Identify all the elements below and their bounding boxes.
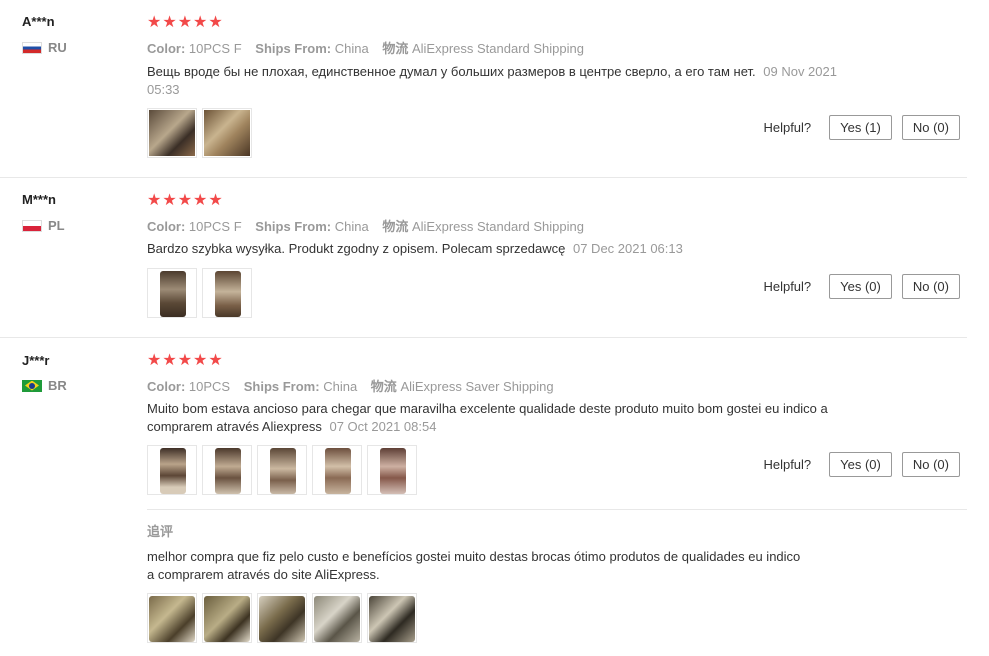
country-code: PL xyxy=(48,218,65,233)
reviewer-country: PL xyxy=(22,218,65,233)
reviewer-country: BR xyxy=(22,378,67,393)
logistics-key: 物流 xyxy=(382,219,409,234)
review-photo[interactable] xyxy=(202,268,252,318)
helpful-vote: Helpful? Yes (0) No (0) xyxy=(763,274,960,299)
ships-from-value: China xyxy=(334,219,369,234)
helpful-no-button[interactable]: No (0) xyxy=(901,452,960,477)
review-text: Bardzo szybka wysyłka. Produkt zgodny z … xyxy=(147,240,927,258)
reviewer-country: RU xyxy=(22,40,67,55)
reviewer-name: M***n xyxy=(22,192,56,207)
helpful-yes-button[interactable]: Yes (0) xyxy=(829,274,892,299)
color-value: 10PCS xyxy=(188,379,231,394)
review-item: A***n RU ★★★★★ Color: 10PCS F Ships From… xyxy=(0,0,967,178)
brazil-flag-icon xyxy=(22,379,42,392)
color-value: 10PCS F xyxy=(188,41,242,56)
ships-from-key: Ships From: xyxy=(243,379,320,394)
helpful-yes-button[interactable]: Yes (1) xyxy=(829,115,892,140)
review-item: M***n PL ★★★★★ Color: 10PCS F Ships From… xyxy=(0,177,967,338)
helpful-no-button[interactable]: No (0) xyxy=(901,115,960,140)
review-photos xyxy=(147,268,252,318)
review-attributes: Color: 10PCS F Ships From: China 物流 AliE… xyxy=(147,216,594,235)
helpful-yes-button[interactable]: Yes (0) xyxy=(829,452,892,477)
color-value: 10PCS F xyxy=(188,219,242,234)
review-photo[interactable] xyxy=(147,108,197,158)
star-rating: ★★★★★ xyxy=(147,192,224,209)
review-photo[interactable] xyxy=(367,593,417,643)
ships-from-key: Ships From: xyxy=(255,41,332,56)
review-photo[interactable] xyxy=(312,445,362,495)
review-text: Muito bom estava ancioso para chegar que… xyxy=(147,400,877,436)
logistics-key: 物流 xyxy=(370,379,397,394)
color-key: Color: xyxy=(147,219,186,234)
followup-photos xyxy=(147,593,417,643)
helpful-vote: Helpful? Yes (0) No (0) xyxy=(763,452,960,477)
review-photo[interactable] xyxy=(202,445,252,495)
review-body: Bardzo szybka wysyłka. Produkt zgodny z … xyxy=(147,241,566,256)
ships-from-value: China xyxy=(323,379,358,394)
logistics-value: AliExpress Standard Shipping xyxy=(411,219,584,234)
review-photo[interactable] xyxy=(312,593,362,643)
review-photos xyxy=(147,108,252,158)
logistics-key: 物流 xyxy=(382,41,409,56)
logistics-value: AliExpress Saver Shipping xyxy=(400,379,554,394)
review-photo[interactable] xyxy=(257,593,307,643)
country-code: BR xyxy=(48,378,67,393)
review-attributes: Color: 10PCS Ships From: China 物流 AliExp… xyxy=(147,376,564,395)
followup-divider xyxy=(147,509,967,510)
review-photo[interactable] xyxy=(147,268,197,318)
review-photo[interactable] xyxy=(147,593,197,643)
helpful-label: Helpful? xyxy=(763,120,812,135)
review-photo[interactable] xyxy=(202,593,252,643)
star-rating: ★★★★★ xyxy=(147,352,224,369)
reviewer-name: J***r xyxy=(22,353,50,368)
review-photo[interactable] xyxy=(257,445,307,495)
review-photos xyxy=(147,445,417,495)
russia-flag-icon xyxy=(22,41,42,54)
followup-title: 追评 xyxy=(147,524,174,539)
review-photo[interactable] xyxy=(147,445,197,495)
logistics-value: AliExpress Standard Shipping xyxy=(411,41,584,56)
helpful-vote: Helpful? Yes (1) No (0) xyxy=(763,115,960,140)
followup-text: melhor compra que fiz pelo custo e benef… xyxy=(147,549,801,582)
review-body: Вещь вроде бы не плохая, единственное ду… xyxy=(147,64,756,79)
reviewer-name: A***n xyxy=(22,14,55,29)
review-date: 07 Dec 2021 06:13 xyxy=(572,241,683,256)
color-key: Color: xyxy=(147,41,186,56)
review-photo[interactable] xyxy=(367,445,417,495)
review-attributes: Color: 10PCS F Ships From: China 物流 AliE… xyxy=(147,38,594,57)
helpful-label: Helpful? xyxy=(763,457,812,472)
ships-from-key: Ships From: xyxy=(255,219,332,234)
poland-flag-icon xyxy=(22,219,42,232)
ships-from-value: China xyxy=(334,41,369,56)
country-code: RU xyxy=(48,40,67,55)
color-key: Color: xyxy=(147,379,186,394)
star-rating: ★★★★★ xyxy=(147,14,224,31)
review-photo[interactable] xyxy=(202,108,252,158)
review-text: Вещь вроде бы не плохая, единственное ду… xyxy=(147,63,847,99)
helpful-no-button[interactable]: No (0) xyxy=(901,274,960,299)
helpful-label: Helpful? xyxy=(763,279,812,294)
review-item: J***r BR ★★★★★ Color: 10PCS Ships From: … xyxy=(0,337,967,656)
review-date: 07 Oct 2021 08:54 xyxy=(329,419,437,434)
review-body: Muito bom estava ancioso para chegar que… xyxy=(147,401,828,434)
